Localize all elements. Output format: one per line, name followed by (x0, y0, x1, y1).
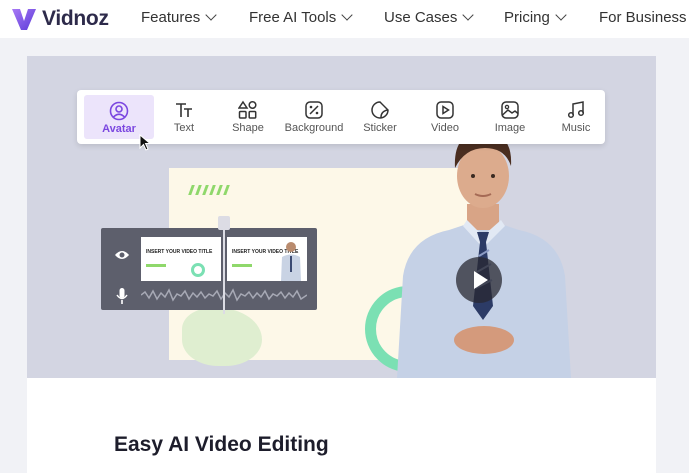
chevron-down-icon (341, 9, 353, 21)
image-icon (501, 101, 519, 119)
top-nav: Vidnoz Features Free AI Tools Use Cases … (0, 0, 689, 38)
tool-avatar[interactable]: Avatar (84, 95, 154, 139)
chevron-down-icon (205, 9, 217, 21)
tool-shape[interactable]: Shape (219, 90, 277, 144)
tool-sticker[interactable]: Sticker (351, 90, 409, 144)
section-title: Easy AI Video Editing (114, 433, 329, 456)
play-icon (474, 271, 488, 289)
nav-for-business[interactable]: For Business (599, 9, 687, 26)
vidnoz-logo-icon (12, 9, 36, 30)
mouse-cursor-icon (139, 134, 152, 151)
thumb-accent (232, 264, 252, 267)
thumb-avatar (281, 242, 301, 281)
background-icon (305, 101, 323, 119)
shape-icon (238, 100, 257, 119)
playhead-handle[interactable] (218, 216, 230, 230)
timeline-panel: INSERT YOUR VIDEO TITLE INSERT YOUR VIDE… (101, 216, 317, 314)
video-icon (436, 101, 454, 119)
thumb-accent (146, 264, 166, 267)
feature-section: Easy AI Video Editing (27, 378, 656, 473)
timeline-playhead[interactable] (218, 216, 230, 314)
tool-text[interactable]: Text (155, 90, 213, 144)
nav-use-cases[interactable]: Use Cases (384, 9, 475, 26)
tool-music[interactable]: Music (547, 90, 605, 144)
nav-pricing[interactable]: Pricing (504, 9, 567, 26)
nav-features[interactable]: Features (141, 9, 217, 26)
play-button[interactable] (456, 257, 502, 303)
timeline-clip-thumbnail[interactable]: INSERT YOUR VIDEO TITLE (227, 237, 307, 281)
chevron-down-icon (555, 9, 567, 21)
hero-editor-preview: INSERT YOUR VIDEO TITLE INSERT YOUR VIDE… (27, 56, 656, 378)
nav-free-ai-tools[interactable]: Free AI Tools (249, 9, 353, 26)
tool-image[interactable]: Image (481, 90, 539, 144)
brand-name: Vidnoz (42, 7, 109, 30)
editor-toolbar: Avatar Text Shape Background Sticker Vid… (77, 90, 605, 144)
brand-logo[interactable]: Vidnoz (9, 4, 109, 34)
text-icon (176, 103, 192, 117)
timeline-clip-thumbnail[interactable]: INSERT YOUR VIDEO TITLE (141, 237, 221, 281)
ai-avatar-presenter (397, 132, 571, 378)
avatar-icon (109, 101, 129, 121)
eye-icon[interactable] (114, 249, 130, 261)
microphone-icon[interactable] (116, 288, 128, 304)
music-icon (567, 101, 585, 119)
sticker-icon (371, 101, 389, 119)
tool-background[interactable]: Background (282, 90, 346, 144)
tool-video[interactable]: Video (416, 90, 474, 144)
thumb-ring (191, 263, 205, 277)
chevron-down-icon (462, 9, 475, 21)
